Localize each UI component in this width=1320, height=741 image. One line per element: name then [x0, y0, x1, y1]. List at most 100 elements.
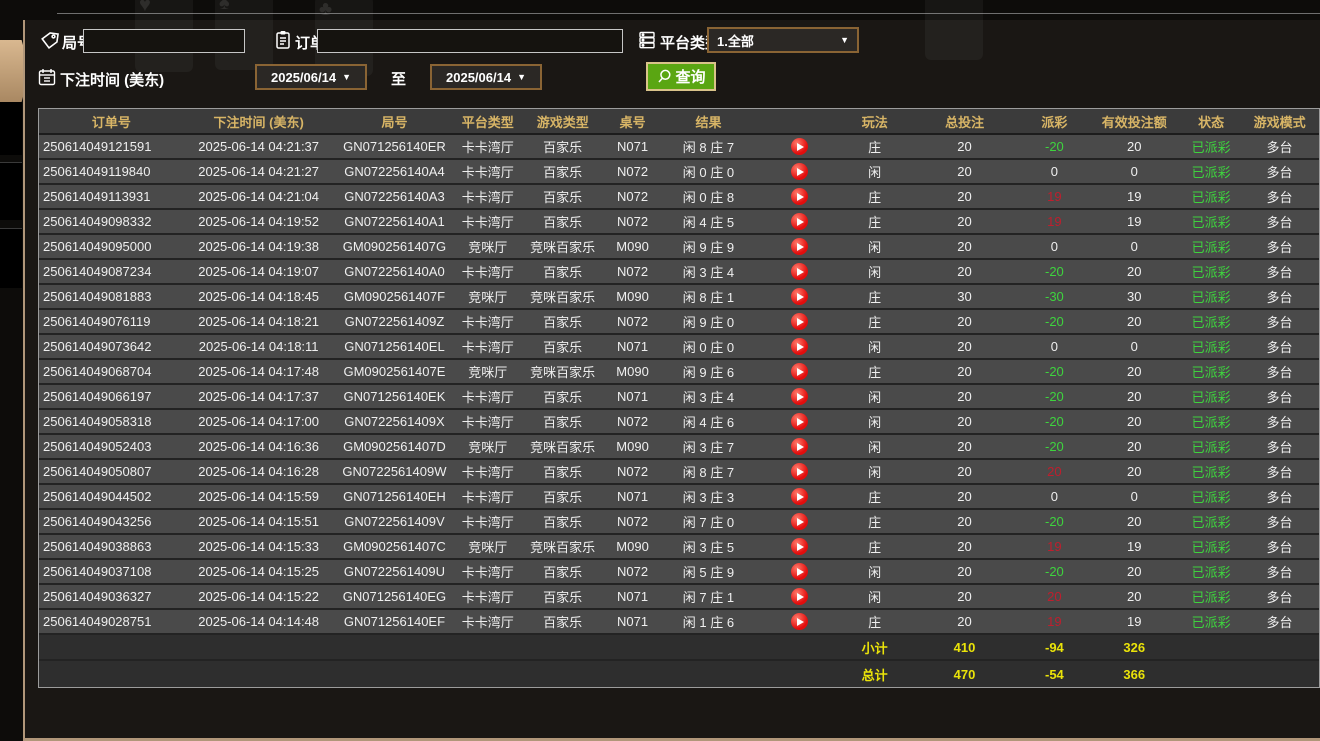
date-to-select[interactable]: 2025/06/14 ▼	[430, 64, 542, 90]
cell-round_no: GN0722561409V	[344, 514, 445, 529]
platform-type-select[interactable]: 1.全部 ▼	[707, 27, 859, 53]
cell-order_no: 250614049081883	[43, 289, 152, 304]
cell-bet_side: 庄	[868, 615, 882, 630]
replay-play-icon[interactable]	[791, 613, 809, 631]
replay-play-icon[interactable]	[791, 488, 809, 506]
cell-table_no: N072	[617, 514, 649, 529]
replay-play-icon[interactable]	[791, 263, 809, 281]
total-valid-bet: 366	[1123, 666, 1146, 682]
cell-bet_time: 2025-06-14 04:21:04	[198, 189, 320, 204]
table-row: 250614049087234 2025-06-14 04:19:07 GN0722…	[39, 260, 1319, 285]
cell-bet_side: 闲	[868, 390, 882, 405]
cell-table_no: M090	[616, 439, 649, 454]
cell-platform: 卡卡湾厅	[461, 140, 514, 155]
query-button[interactable]: 查询	[646, 62, 716, 91]
replay-play-icon[interactable]	[791, 388, 809, 406]
cell-game_mode: 多台	[1266, 265, 1293, 280]
table-row: 250614049119840 2025-06-14 04:21:27 GN0722…	[39, 160, 1319, 185]
replay-play-icon[interactable]	[791, 313, 809, 331]
cell-valid_bet: 19	[1127, 189, 1142, 204]
cell-bet_time: 2025-06-14 04:16:36	[198, 439, 320, 454]
cell-bet_time: 2025-06-14 04:15:22	[198, 589, 320, 604]
cell-status: 已派彩	[1191, 315, 1231, 330]
cell-status: 已派彩	[1191, 515, 1231, 530]
bet-records-table: 订单号 下注时间 (美东) 局号 平台类型 游戏类型 桌号 结果 玩法 总投注 派彩 有效投注额 状态…	[38, 108, 1320, 688]
cell-bet_side: 闲	[868, 440, 882, 455]
replay-play-icon[interactable]	[791, 588, 809, 606]
cell-table_no: M090	[616, 239, 649, 254]
column-header: 局号	[381, 114, 408, 130]
replay-play-icon[interactable]	[791, 238, 809, 256]
table-row: 250614049068704 2025-06-14 04:17:48 GM0902…	[39, 360, 1319, 385]
cell-platform: 卡卡湾厅	[461, 415, 514, 430]
date-range-to-label: 至	[391, 71, 407, 88]
replay-play-icon[interactable]	[791, 288, 809, 306]
date-from-select[interactable]: 2025/06/14 ▼	[255, 64, 367, 90]
search-icon	[658, 69, 672, 83]
replay-play-icon[interactable]	[791, 438, 809, 456]
replay-play-icon[interactable]	[791, 538, 809, 556]
cell-status: 已派彩	[1191, 590, 1231, 605]
cell-platform: 卡卡湾厅	[461, 165, 514, 180]
table-row: 250614049098332 2025-06-14 04:19:52 GN0722…	[39, 210, 1319, 235]
cell-result: 闲 9 庄 0	[682, 315, 735, 330]
game-no-input[interactable]	[83, 29, 245, 53]
cell-game_mode: 多台	[1266, 590, 1293, 605]
replay-play-icon[interactable]	[791, 463, 809, 481]
cell-game_mode: 多台	[1266, 515, 1293, 530]
cell-bet_side: 庄	[868, 315, 882, 330]
cell-bet_side: 庄	[868, 140, 882, 155]
cell-table_no: N072	[617, 164, 649, 179]
cell-total_bet: 20	[957, 514, 972, 529]
cell-order_no: 250614049037108	[43, 564, 152, 579]
subtotal-payout: -94	[1044, 639, 1064, 655]
cell-status: 已派彩	[1191, 165, 1231, 180]
table-body: 250614049121591 2025-06-14 04:21:37 GN0712…	[39, 135, 1319, 635]
replay-play-icon[interactable]	[791, 163, 809, 181]
cell-total_bet: 20	[957, 389, 972, 404]
cell-round_no: GM0902561407D	[343, 439, 446, 454]
table-row: 250614049043256 2025-06-14 04:15:51 GN0722…	[39, 510, 1319, 535]
cell-game_mode: 多台	[1266, 440, 1293, 455]
replay-play-icon[interactable]	[791, 188, 809, 206]
cell-round_no: GM0902561407E	[343, 364, 446, 379]
cell-platform: 卡卡湾厅	[461, 315, 514, 330]
cell-table_no: N072	[617, 189, 649, 204]
cell-table_no: N071	[617, 339, 649, 354]
cell-table_no: N072	[617, 214, 649, 229]
cell-order_no: 250614049076119	[43, 314, 151, 329]
background-block	[0, 100, 22, 155]
cell-round_no: GM0902561407G	[342, 239, 447, 254]
replay-play-icon[interactable]	[791, 338, 809, 356]
cell-game_mode: 多台	[1266, 490, 1293, 505]
cell-game_type: 百家乐	[543, 590, 583, 605]
order-no-input[interactable]	[317, 29, 623, 53]
replay-play-icon[interactable]	[791, 363, 809, 381]
cell-payout: -20	[1044, 564, 1064, 579]
cell-game_type: 竞咪百家乐	[530, 540, 596, 555]
cell-table_no: N072	[617, 414, 649, 429]
cell-order_no: 250614049087234	[43, 264, 152, 279]
table-row: 250614049121591 2025-06-14 04:21:37 GN0712…	[39, 135, 1319, 160]
cell-payout: 19	[1047, 614, 1062, 629]
cell-result: 闲 3 庄 7	[682, 440, 735, 455]
table-row: 250614049066197 2025-06-14 04:17:37 GN0712…	[39, 385, 1319, 410]
table-row: 250614049052403 2025-06-14 04:16:36 GM0902…	[39, 435, 1319, 460]
replay-play-icon[interactable]	[791, 213, 809, 231]
replay-play-icon[interactable]	[791, 513, 809, 531]
replay-play-icon[interactable]	[791, 563, 809, 581]
replay-play-icon[interactable]	[791, 138, 809, 156]
table-row: 250614049028751 2025-06-14 04:14:48 GN0712…	[39, 610, 1319, 635]
cell-bet_time: 2025-06-14 04:15:25	[198, 564, 320, 579]
cell-platform: 卡卡湾厅	[461, 190, 514, 205]
cell-table_no: M090	[616, 539, 649, 554]
replay-play-icon[interactable]	[791, 413, 809, 431]
cell-payout: -20	[1044, 389, 1064, 404]
cell-round_no: GN071256140ER	[343, 139, 446, 154]
cell-platform: 竞咪厅	[468, 440, 508, 455]
cell-total_bet: 20	[957, 339, 972, 354]
cell-valid_bet: 20	[1127, 264, 1142, 279]
cell-status: 已派彩	[1191, 290, 1231, 305]
cell-platform: 卡卡湾厅	[461, 565, 514, 580]
cell-valid_bet: 0	[1130, 239, 1138, 254]
